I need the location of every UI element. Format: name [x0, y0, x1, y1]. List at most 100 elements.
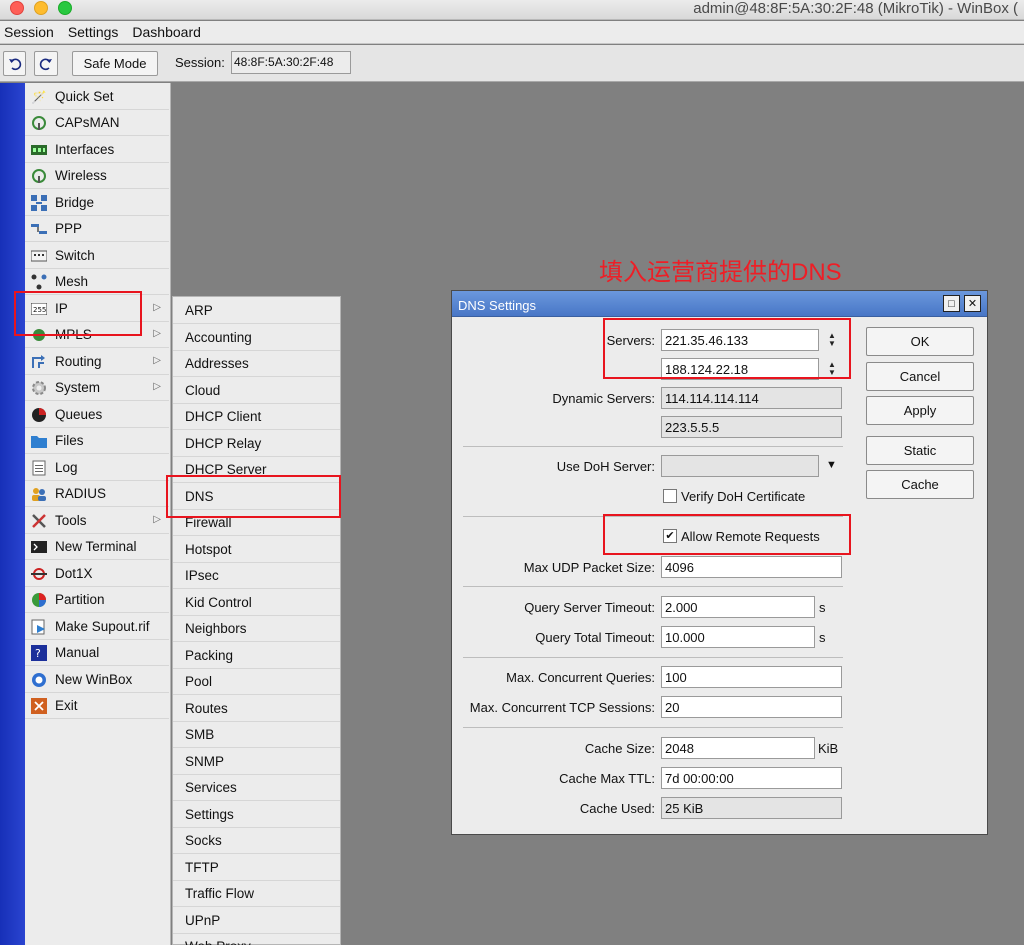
- maximize-button[interactable]: □: [943, 295, 960, 312]
- redo-button[interactable]: [34, 51, 58, 76]
- submenu-item-snmp[interactable]: SNMP: [173, 749, 340, 775]
- submenu-item-dns[interactable]: DNS: [173, 484, 340, 510]
- servers-label: Servers:: [606, 333, 655, 348]
- menu-item-quick-set[interactable]: 🪄 Quick Set: [25, 84, 169, 110]
- menu-item-new-winbox[interactable]: New WinBox: [25, 667, 169, 693]
- submenu-item-tftp[interactable]: TFTP: [173, 855, 340, 881]
- menu-item-ip[interactable]: 255 IP ▷: [25, 296, 169, 322]
- menu-dashboard[interactable]: Dashboard: [132, 24, 201, 40]
- query-server-timeout-label: Query Server Timeout:: [524, 600, 655, 615]
- close-window-button[interactable]: [10, 1, 24, 15]
- max-concurrent-queries-field[interactable]: 100: [661, 666, 842, 688]
- divider: [463, 586, 843, 587]
- submenu-item-firewall[interactable]: Firewall: [173, 510, 340, 536]
- tools-icon: [30, 513, 48, 529]
- menu-item-tools[interactable]: Tools ▷: [25, 508, 169, 534]
- zoom-window-button[interactable]: [58, 1, 72, 15]
- menu-item-mesh[interactable]: Mesh: [25, 269, 169, 295]
- server-1-field[interactable]: 221.35.46.133: [661, 329, 819, 351]
- submenu-item-ipsec[interactable]: IPsec: [173, 563, 340, 589]
- menu-item-dot1x[interactable]: Dot1X: [25, 561, 169, 587]
- submenu-item-dhcp-relay[interactable]: DHCP Relay: [173, 431, 340, 457]
- static-button[interactable]: Static: [866, 436, 974, 465]
- submenu-item-dhcp-server[interactable]: DHCP Server: [173, 457, 340, 483]
- submenu-item-services[interactable]: Services: [173, 775, 340, 801]
- max-udp-field[interactable]: 4096: [661, 556, 842, 578]
- submenu-item-settings[interactable]: Settings: [173, 802, 340, 828]
- undo-icon: [8, 58, 21, 70]
- dns-window-titlebar[interactable]: DNS Settings □ ✕: [452, 291, 987, 317]
- submenu-arrow-icon: ▷: [153, 514, 161, 525]
- submenu-item-socks[interactable]: Socks: [173, 828, 340, 854]
- ok-button[interactable]: OK: [866, 327, 974, 356]
- ip-icon: 255: [30, 301, 48, 317]
- menu-item-switch[interactable]: Switch: [25, 243, 169, 269]
- menu-item-new-terminal[interactable]: New Terminal: [25, 534, 169, 560]
- submenu-item-web-proxy[interactable]: Web Proxy: [173, 934, 340, 945]
- menu-item-queues[interactable]: Queues: [25, 402, 169, 428]
- cancel-button[interactable]: Cancel: [866, 362, 974, 391]
- submenu-item-smb[interactable]: SMB: [173, 722, 340, 748]
- cache-max-ttl-field[interactable]: 7d 00:00:00: [661, 767, 842, 789]
- manual-icon: ?: [30, 644, 48, 661]
- menu-session[interactable]: Session: [4, 24, 54, 40]
- winbox-side-banner: [0, 83, 25, 945]
- verify-doh-label: Verify DoH Certificate: [681, 489, 806, 504]
- menu-item-radius[interactable]: RADIUS: [25, 481, 169, 507]
- menu-item-exit[interactable]: Exit: [25, 693, 169, 719]
- submenu-item-cloud[interactable]: Cloud: [173, 378, 340, 404]
- menu-item-log[interactable]: Log: [25, 455, 169, 481]
- query-total-timeout-field[interactable]: 10.000: [661, 626, 815, 648]
- menu-item-bridge[interactable]: Bridge: [25, 190, 169, 216]
- submenu-item-dhcp-client[interactable]: DHCP Client: [173, 404, 340, 430]
- menu-item-ppp[interactable]: PPP: [25, 216, 169, 242]
- menu-item-interfaces[interactable]: Interfaces: [25, 137, 169, 163]
- cache-size-field[interactable]: 2048: [661, 737, 815, 759]
- query-server-timeout-field[interactable]: 2.000: [661, 596, 815, 618]
- allow-remote-requests-checkbox[interactable]: ✔: [663, 529, 677, 543]
- close-icon: ✕: [967, 298, 978, 310]
- menu-item-capsman[interactable]: CAPsMAN: [25, 110, 169, 136]
- menu-item-routing[interactable]: Routing ▷: [25, 349, 169, 375]
- menu-item-files[interactable]: Files: [25, 428, 169, 454]
- submenu-item-accounting[interactable]: Accounting: [173, 325, 340, 351]
- menu-item-mpls[interactable]: MPLS ▷: [25, 322, 169, 348]
- cache-size-label: Cache Size:: [584, 741, 655, 756]
- apply-button[interactable]: Apply: [866, 396, 974, 425]
- submenu-item-kid-control[interactable]: Kid Control: [173, 590, 340, 616]
- mpls-icon: [30, 327, 48, 343]
- server-2-field[interactable]: 188.124.22.18: [661, 358, 819, 380]
- submenu-item-hotspot[interactable]: Hotspot: [173, 537, 340, 563]
- menubar: Session Settings Dashboard: [0, 21, 1024, 44]
- menu-item-wireless[interactable]: Wireless: [25, 163, 169, 189]
- menu-item-partition[interactable]: Partition: [25, 587, 169, 613]
- undo-button[interactable]: [3, 51, 26, 76]
- menu-settings[interactable]: Settings: [68, 24, 119, 40]
- submenu-item-neighbors[interactable]: Neighbors: [173, 616, 340, 642]
- submenu-item-arp[interactable]: ARP: [173, 298, 340, 324]
- menu-item-system[interactable]: System ▷: [25, 375, 169, 401]
- annotation-text: 填入运营商提供的DNS: [599, 259, 842, 286]
- submenu-item-addresses[interactable]: Addresses: [173, 351, 340, 377]
- submenu-item-pool[interactable]: Pool: [173, 669, 340, 695]
- menu-item-make-supout[interactable]: Make Supout.rif: [25, 614, 169, 640]
- server-2-remove-icon[interactable]: ▲ ▼: [823, 358, 841, 380]
- query-total-timeout-label: Query Total Timeout:: [535, 630, 655, 645]
- submenu-arrow-icon: ▷: [153, 381, 161, 392]
- use-doh-select[interactable]: [661, 455, 819, 477]
- close-button[interactable]: ✕: [964, 295, 981, 312]
- winbox-icon: [30, 672, 48, 688]
- menu-item-manual[interactable]: ? Manual: [25, 640, 169, 666]
- cache-button[interactable]: Cache: [866, 470, 974, 499]
- verify-doh-checkbox[interactable]: [663, 489, 677, 503]
- safe-mode-button[interactable]: Safe Mode: [72, 51, 158, 76]
- minimize-window-button[interactable]: [34, 1, 48, 15]
- log-icon: [30, 460, 48, 476]
- server-1-remove-icon[interactable]: ▲ ▼: [823, 329, 841, 351]
- submenu-item-traffic-flow[interactable]: Traffic Flow: [173, 881, 340, 907]
- submenu-item-packing[interactable]: Packing: [173, 643, 340, 669]
- submenu-item-routes[interactable]: Routes: [173, 696, 340, 722]
- max-concurrent-tcp-field[interactable]: 20: [661, 696, 842, 718]
- submenu-item-upnp[interactable]: UPnP: [173, 908, 340, 934]
- chevron-down-icon[interactable]: ▼: [826, 459, 837, 471]
